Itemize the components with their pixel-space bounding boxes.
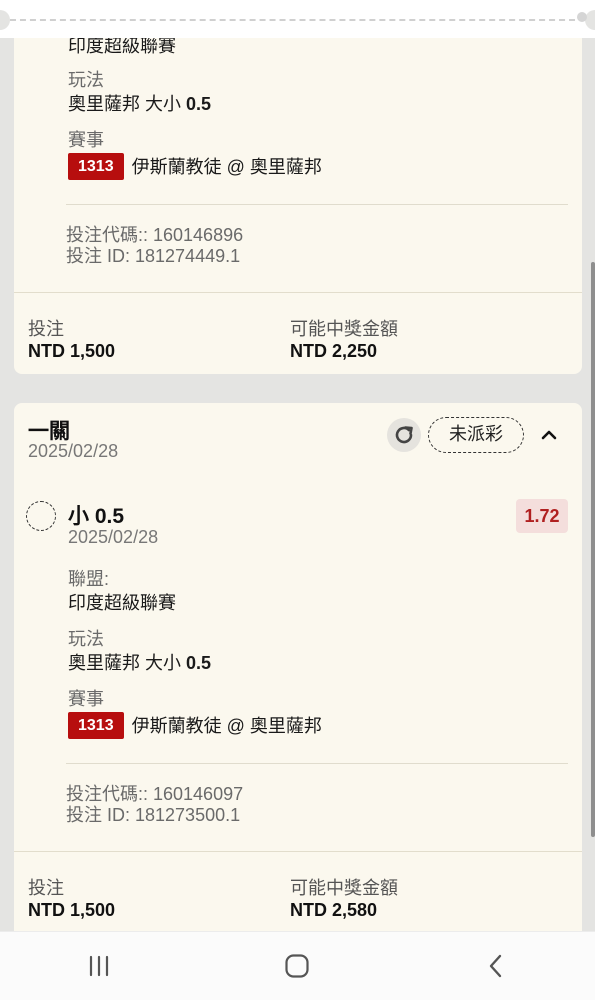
bet-footer: 投注 NTD 1,500 可能中獎金額 NTD 2,250 [28,318,568,362]
bet-date: 2025/02/28 [28,441,119,461]
event-id-badge: 1313 [68,153,124,180]
bet-code: 投注代碼:: 160146896 [66,225,244,245]
event-name: 伊斯蘭教徒 @ 奧里薩邦 [131,156,322,177]
scrollbar[interactable] [591,262,595,837]
stake-value: NTD 1,500 [28,341,116,361]
payout-block: 可能中獎金額 NTD 2,580 [290,877,552,921]
league-label: 聯盟: [68,569,110,589]
system-nav-bar [0,931,595,1000]
bet-card-2[interactable]: 一關 2025/02/28 未派彩 小 0.5 2025/02/28 1.72 … [14,403,582,943]
chevron-up-icon [541,430,557,440]
stake-label: 投注 [28,319,64,339]
event-label: 賽事 [68,689,104,709]
stake-block: 投注 NTD 1,500 [28,318,290,362]
recent-apps-button[interactable] [69,936,129,996]
payout-value: NTD 2,580 [290,900,378,920]
market-value: 奧里薩邦 大小 0.5 [68,653,212,673]
league-value: 印度超級聯賽 [68,593,176,613]
selection-name: 小 0.5 [68,505,125,528]
stake-label: 投注 [28,878,64,898]
event-row: 1313 伊斯蘭教徒 @ 奧里薩邦 [68,712,322,739]
recent-apps-icon [90,955,109,977]
footer-separator [14,851,582,852]
stake-value: NTD 1,500 [28,900,116,920]
event-row: 1313 伊斯蘭教徒 @ 奧里薩邦 [68,153,322,180]
odds-badge: 1.72 [516,499,568,533]
bet-codes: 投注代碼:: 160146896 投注 ID: 181274449.1 [66,225,243,267]
league-value: 印度超級聯賽 [68,38,176,56]
payout-block: 可能中獎金額 NTD 2,250 [290,318,552,362]
home-icon [285,954,310,978]
divider [66,763,568,764]
refresh-button[interactable] [387,418,421,452]
event-label: 賽事 [68,130,104,150]
payout-label: 可能中獎金額 [290,878,398,898]
bet-history-page: 印度超級聯賽 玩法 奧里薩邦 大小 0.5 賽事 1313 伊斯蘭教徒 @ 奧里… [0,0,595,1000]
refresh-icon [395,426,413,444]
back-button[interactable] [466,936,526,996]
footer-separator [14,292,582,293]
market-value: 奧里薩邦 大小 0.5 [68,94,212,114]
bet-card-1: 印度超級聯賽 玩法 奧里薩邦 大小 0.5 賽事 1313 伊斯蘭教徒 @ 奧里… [14,38,582,374]
status-badge: 未派彩 [428,417,524,453]
bet-codes: 投注代碼:: 160146097 投注 ID: 181273500.1 [66,784,243,826]
bet-code: 投注代碼:: 160146097 [66,784,244,804]
bet-id: 投注 ID: 181274449.1 [66,246,241,266]
back-icon [489,954,502,978]
payout-value: NTD 2,250 [290,341,378,361]
home-button[interactable] [267,936,327,996]
payout-label: 可能中獎金額 [290,319,398,339]
bet-id: 投注 ID: 181273500.1 [66,805,241,825]
divider [66,204,568,205]
selection-date: 2025/02/28 [68,527,159,547]
selection-status-icon [26,501,56,531]
event-name: 伊斯蘭教徒 @ 奧里薩邦 [131,715,322,736]
ticket-tear-edge [0,0,595,38]
collapse-button[interactable] [538,421,560,447]
stake-block: 投注 NTD 1,500 [28,877,290,921]
bet-footer: 投注 NTD 1,500 可能中獎金額 NTD 2,580 [28,877,568,921]
market-label: 玩法 [68,629,104,649]
market-label: 玩法 [68,70,104,90]
event-id-badge: 1313 [68,712,124,739]
